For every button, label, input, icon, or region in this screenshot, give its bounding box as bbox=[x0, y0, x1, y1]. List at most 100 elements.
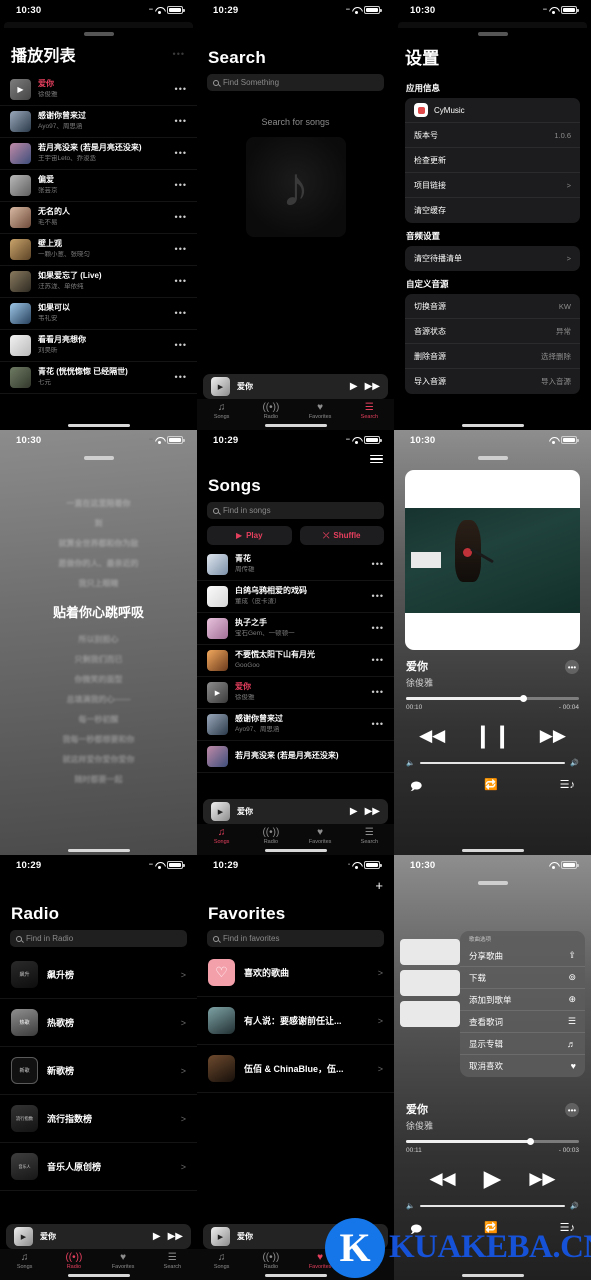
settings-row-delete-source[interactable]: 删除音源 选择删除 bbox=[405, 344, 580, 369]
table-row[interactable]: 白鸽乌鸦相爱的戏码 董成（皮卡渣） ••• bbox=[197, 581, 394, 613]
table-row[interactable]: 不要慌太阳下山有月光 GooGoo ••• bbox=[197, 645, 394, 677]
row-more-icon[interactable]: ••• bbox=[175, 181, 187, 190]
tab-songs[interactable]: ♫ Songs bbox=[197, 1252, 246, 1270]
forward-icon[interactable]: ▶▶ bbox=[365, 381, 380, 392]
row-more-icon[interactable]: ••• bbox=[175, 277, 187, 286]
menu-item-add-to-playlist[interactable]: 添加到歌单 ⊕ bbox=[460, 989, 585, 1011]
rewind-icon[interactable]: ◀◀ bbox=[429, 1170, 455, 1187]
table-row[interactable]: 若月亮没来 (若是月亮还没来) bbox=[197, 741, 394, 773]
table-row[interactable]: 看看月亮想你 刘昊昕 ••• bbox=[0, 330, 197, 362]
settings-row-app[interactable]: CyMusic bbox=[405, 98, 580, 123]
ellipsis-icon[interactable]: ••• bbox=[565, 1103, 579, 1117]
tab-radio[interactable]: ((•)) Radio bbox=[246, 1252, 295, 1270]
settings-row-import-source[interactable]: 导入音源 导入音源 bbox=[405, 369, 580, 394]
row-more-icon[interactable]: ••• bbox=[175, 149, 187, 158]
table-row[interactable]: 执子之手 宝石Gem、一顿顿一 ••• bbox=[197, 613, 394, 645]
table-row[interactable]: 感谢你曾来过 Ayo97、周思涵 ••• bbox=[197, 709, 394, 741]
list-item[interactable]: 新歌 新歌榜 > bbox=[0, 1047, 197, 1095]
settings-row-check-update[interactable]: 检查更新 bbox=[405, 148, 580, 173]
tab-search[interactable]: ☰Search bbox=[345, 827, 394, 845]
table-row[interactable]: 如果爱忘了 (Live) 汪苏泷、单依纯 ••• bbox=[0, 266, 197, 298]
table-row[interactable]: 如果可以 韦礼安 ••• bbox=[0, 298, 197, 330]
row-more-icon[interactable]: ••• bbox=[175, 309, 187, 318]
tab-search[interactable]: ☰Search bbox=[345, 402, 394, 420]
progress-slider[interactable] bbox=[406, 695, 579, 702]
tab-radio[interactable]: ((•)) Radio bbox=[246, 402, 295, 420]
search-input[interactable]: Find in songs bbox=[207, 502, 384, 519]
table-row[interactable]: ▶ 爱你 徐俊雅 ••• bbox=[197, 677, 394, 709]
ellipsis-icon[interactable]: ••• bbox=[565, 660, 579, 674]
search-input[interactable]: Find in Radio bbox=[10, 930, 187, 947]
volume-track[interactable] bbox=[419, 1204, 566, 1208]
play-icon[interactable]: ▶ bbox=[350, 381, 358, 392]
tab-search[interactable]: ☰Search bbox=[148, 1252, 197, 1270]
list-item[interactable]: 飙升 飙升榜 > bbox=[0, 951, 197, 999]
row-more-icon[interactable]: ••• bbox=[372, 624, 384, 633]
table-row[interactable]: 青花 周传雄 ••• bbox=[197, 549, 394, 581]
list-item[interactable]: ♡ 喜欢的歌曲 > bbox=[197, 949, 394, 997]
table-row[interactable]: 无名的人 毛不易 ••• bbox=[0, 202, 197, 234]
forward-icon[interactable]: ▶▶ bbox=[540, 727, 566, 744]
table-row[interactable]: 壁上观 一颗小葱、张晓匀 ••• bbox=[0, 234, 197, 266]
play-icon[interactable]: ▶ bbox=[484, 1167, 502, 1190]
tab-favorites[interactable]: ♥ Favorites bbox=[296, 402, 345, 420]
settings-row-switch-source[interactable]: 切换音源 KW bbox=[405, 294, 580, 319]
volume-slider[interactable]: 🔈 🔊 bbox=[406, 1202, 579, 1210]
table-row[interactable]: 感谢你曾来过 Ayo97、周思涵 ••• bbox=[0, 106, 197, 138]
settings-row-project-link[interactable]: 项目链接 > bbox=[405, 173, 580, 198]
forward-icon[interactable]: ▶▶ bbox=[365, 806, 380, 817]
table-row[interactable]: 若月亮没来 (若是月亮还没来) 王宇宙Leto、乔浚丞 ••• bbox=[0, 138, 197, 170]
row-more-icon[interactable]: ••• bbox=[372, 560, 384, 569]
pause-icon[interactable]: ❙❙ bbox=[473, 724, 512, 747]
row-more-icon[interactable]: ••• bbox=[372, 656, 384, 665]
tab-radio[interactable]: ((•)) Radio bbox=[246, 827, 295, 845]
tab-radio[interactable]: ((•)) Radio bbox=[49, 1252, 98, 1270]
row-more-icon[interactable]: ••• bbox=[175, 213, 187, 222]
settings-row-clear-queue[interactable]: 清空待播清单 > bbox=[405, 246, 580, 271]
menu-item-view-lyrics[interactable]: 查看歌词 ☰ bbox=[460, 1011, 585, 1033]
settings-row-clear-cache[interactable]: 清空缓存 bbox=[405, 198, 580, 223]
row-more-icon[interactable]: ••• bbox=[175, 341, 187, 350]
row-more-icon[interactable]: ••• bbox=[175, 117, 187, 126]
menu-item-unfavorite[interactable]: 取消喜欢 ♥ bbox=[460, 1055, 585, 1077]
tab-songs[interactable]: ♫ Songs bbox=[197, 402, 246, 420]
forward-icon[interactable]: ▶▶ bbox=[529, 1170, 555, 1187]
tab-favorites[interactable]: ♥ Favorites bbox=[296, 827, 345, 845]
row-more-icon[interactable]: ••• bbox=[175, 245, 187, 254]
search-input[interactable]: Find in favorites bbox=[207, 930, 384, 947]
row-more-icon[interactable]: ••• bbox=[175, 85, 187, 94]
play-button[interactable]: ▶ Play bbox=[207, 526, 292, 545]
tab-songs[interactable]: ♫ Songs bbox=[197, 827, 246, 845]
progress-slider[interactable] bbox=[406, 1138, 579, 1145]
menu-item-show-album[interactable]: 显示专辑 ♬ bbox=[460, 1033, 585, 1055]
hamburger-icon[interactable] bbox=[370, 452, 383, 466]
sheet-grabber[interactable] bbox=[477, 881, 508, 885]
ellipsis-icon[interactable]: ••• bbox=[173, 49, 185, 59]
forward-icon[interactable]: ▶▶ bbox=[168, 1231, 183, 1242]
row-more-icon[interactable]: ••• bbox=[372, 592, 384, 601]
repeat-icon[interactable]: 🔁 bbox=[484, 778, 498, 797]
mini-player[interactable]: ▶ 爱你 ▶ ▶▶ bbox=[203, 374, 388, 399]
rewind-icon[interactable]: ◀◀ bbox=[419, 727, 445, 744]
row-more-icon[interactable]: ••• bbox=[372, 720, 384, 729]
lyrics-icon[interactable]: 🗩 bbox=[410, 778, 422, 797]
queue-icon[interactable]: ☰♪ bbox=[560, 778, 575, 797]
list-item[interactable]: 热歌 热歌榜 > bbox=[0, 999, 197, 1047]
play-icon[interactable]: ▶ bbox=[153, 1231, 161, 1242]
list-item[interactable]: 伍佰 & ChinaBlue，伍... > bbox=[197, 1045, 394, 1093]
list-item[interactable]: 流行指数 流行指数榜 > bbox=[0, 1095, 197, 1143]
tab-favorites[interactable]: ♥ Favorites bbox=[99, 1252, 148, 1270]
play-icon[interactable]: ▶ bbox=[350, 806, 358, 817]
menu-item-download[interactable]: 下载 ⊚ bbox=[460, 967, 585, 989]
table-row[interactable]: 偏爱 张芸京 ••• bbox=[0, 170, 197, 202]
volume-track[interactable] bbox=[419, 761, 566, 765]
row-more-icon[interactable]: ••• bbox=[372, 688, 384, 697]
volume-slider[interactable]: 🔈 🔊 bbox=[406, 759, 579, 767]
row-more-icon[interactable]: ••• bbox=[175, 373, 187, 382]
tab-songs[interactable]: ♫ Songs bbox=[0, 1252, 49, 1270]
lyrics-list[interactable]: 一直在这里陪着你 到 就算全世界都和你为敌 愿做你的人、最亲近的 我只上眼睛 贴… bbox=[0, 498, 197, 785]
shuffle-button[interactable]: ⤫ Shuffle bbox=[299, 526, 384, 545]
table-row[interactable]: ▶ 爱你 徐俊雅 ••• bbox=[0, 74, 197, 106]
sheet-grabber[interactable] bbox=[477, 456, 508, 460]
table-row[interactable]: 青花 (恍恍惚惚 已经隔世) 七元 ••• bbox=[0, 362, 197, 394]
